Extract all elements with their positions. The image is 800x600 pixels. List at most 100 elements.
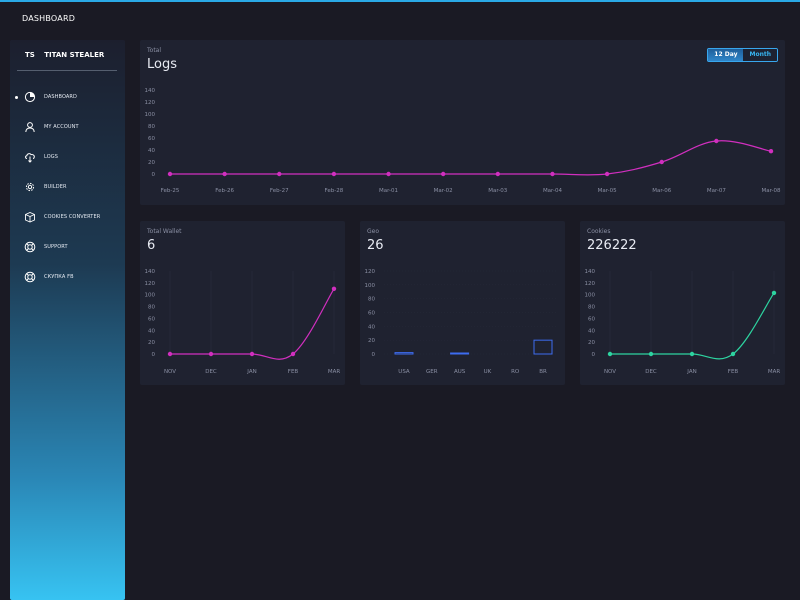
x-tick-label: NOV bbox=[164, 369, 176, 375]
x-tick-label: Feb-27 bbox=[270, 188, 289, 194]
y-tick-label: 80 bbox=[368, 297, 375, 303]
y-tick-label: 20 bbox=[588, 340, 595, 346]
y-tick-label: 60 bbox=[368, 311, 375, 317]
sidebar-item-my-account[interactable]: MY ACCOUNT bbox=[10, 112, 125, 142]
x-tick-label: Mar-07 bbox=[707, 188, 727, 194]
x-tick-label: BR bbox=[539, 369, 547, 375]
data-point bbox=[277, 171, 282, 177]
sidebar-item-label: COOKIES CONVERTER bbox=[44, 214, 101, 220]
x-tick-label: RO bbox=[511, 369, 520, 375]
sidebar-item-label: СКУПКА FB bbox=[44, 274, 74, 280]
x-tick-label: Mar-01 bbox=[379, 188, 398, 194]
x-tick-label: FEB bbox=[288, 369, 299, 375]
box-icon bbox=[24, 211, 36, 223]
data-point bbox=[768, 149, 774, 154]
y-tick-label: 100 bbox=[145, 112, 156, 118]
y-tick-label: 100 bbox=[585, 293, 596, 299]
logs-chart: 0 20 40 60 80 100 120 140 Feb-25 Feb-26 Feb-27 Feb-… bbox=[145, 88, 782, 194]
bar bbox=[533, 339, 553, 355]
y-tick-label: 80 bbox=[588, 305, 595, 311]
y-tick-label: 100 bbox=[145, 293, 156, 299]
y-tick-label: 20 bbox=[368, 338, 375, 344]
x-tick-label: NOV bbox=[604, 369, 616, 375]
y-tick-label: 60 bbox=[148, 136, 155, 142]
x-tick-label: FEB bbox=[728, 369, 739, 375]
data-point bbox=[689, 351, 695, 357]
data-point bbox=[222, 171, 227, 177]
data-point bbox=[331, 286, 337, 291]
data-point bbox=[648, 351, 654, 357]
y-tick-label: 120 bbox=[585, 281, 596, 287]
sidebar-item-builder[interactable]: BUILDER bbox=[10, 172, 125, 202]
brand-divider bbox=[17, 70, 117, 71]
x-tick-label: Mar-05 bbox=[598, 188, 618, 194]
y-tick-label: 80 bbox=[148, 124, 155, 130]
lifebuoy-icon bbox=[24, 241, 36, 253]
x-tick-label: MAR bbox=[328, 369, 341, 375]
x-tick-label: Mar-03 bbox=[488, 188, 508, 194]
data-point bbox=[659, 159, 664, 165]
active-indicator bbox=[15, 95, 18, 99]
sidebar-item-logs[interactable]: LOGS bbox=[10, 142, 125, 172]
top-bar: DASHBOARD bbox=[0, 2, 800, 34]
sidebar-item-skupka-fb[interactable]: СКУПКА FB bbox=[10, 262, 125, 292]
bar bbox=[450, 352, 470, 355]
data-point bbox=[495, 171, 501, 177]
y-tick-label: 80 bbox=[148, 305, 155, 311]
y-tick-label: 40 bbox=[148, 328, 155, 334]
x-tick-label: USA bbox=[398, 369, 410, 375]
data-point bbox=[249, 351, 255, 357]
bar bbox=[394, 352, 414, 355]
sidebar-item-label: SUPPORT bbox=[44, 244, 68, 250]
lifebuoy-icon bbox=[24, 271, 36, 283]
sidebar-item-cookies-converter[interactable]: COOKIES CONVERTER bbox=[10, 202, 125, 232]
y-tick-label: 40 bbox=[368, 324, 375, 330]
brand[interactable]: TS TITAN STEALER bbox=[25, 51, 104, 59]
sidebar: TS TITAN STEALER DASHBOARD MY ACCOUNT LO… bbox=[10, 40, 125, 600]
cookies-chart: 0 20 40 60 80 100 120 140 NOV DEC JAN FEB MAR bbox=[585, 269, 781, 375]
geo-chart: 0 20 40 60 80 100 120 USA GER AUS UK RO BR bbox=[365, 269, 556, 375]
x-tick-label: Mar-02 bbox=[434, 188, 453, 194]
cloud-download-icon bbox=[24, 151, 36, 163]
y-tick-label: 140 bbox=[145, 269, 156, 275]
y-tick-label: 120 bbox=[145, 100, 156, 106]
dashboard-icon bbox=[24, 91, 36, 103]
x-tick-label: JAN bbox=[686, 369, 696, 375]
page-title: DASHBOARD bbox=[22, 14, 76, 23]
y-tick-label: 140 bbox=[585, 269, 596, 275]
x-tick-label: Mar-08 bbox=[761, 188, 781, 194]
y-tick-label: 60 bbox=[148, 316, 155, 322]
y-tick-label: 20 bbox=[148, 160, 155, 166]
sidebar-nav: DASHBOARD MY ACCOUNT LOGS BUILDER COOKIE… bbox=[10, 82, 125, 292]
x-tick-label: DEC bbox=[645, 369, 657, 375]
brand-name: TITAN STEALER bbox=[44, 51, 105, 59]
sidebar-item-support[interactable]: SUPPORT bbox=[10, 232, 125, 262]
sidebar-item-label: LOGS bbox=[44, 154, 58, 160]
sidebar-item-label: BUILDER bbox=[44, 184, 67, 190]
data-point bbox=[386, 171, 391, 177]
data-point bbox=[290, 351, 296, 357]
x-tick-label: Feb-26 bbox=[215, 188, 234, 194]
data-point bbox=[208, 351, 214, 357]
data-point bbox=[550, 171, 555, 177]
data-point bbox=[331, 171, 337, 177]
logs-card: Total Logs 12 Day Month 0 20 40 60 80 100 120 1… bbox=[140, 40, 785, 205]
x-tick-label: DEC bbox=[205, 369, 217, 375]
cookies-card: Cookies 226222 0 20 40 60 80 100 120 140 NOV DEC J… bbox=[580, 221, 785, 385]
gear-icon bbox=[24, 181, 36, 193]
y-tick-label: 40 bbox=[588, 328, 595, 334]
y-tick-label: 60 bbox=[588, 316, 595, 322]
x-tick-label: AUS bbox=[454, 369, 466, 375]
y-tick-label: 100 bbox=[365, 283, 376, 289]
y-tick-label: 40 bbox=[148, 148, 155, 154]
geo-card: Geo 26 0 20 40 60 80 100 120 USA GER AUS UK RO BR bbox=[360, 221, 565, 385]
data-point bbox=[730, 351, 736, 357]
y-tick-label: 0 bbox=[152, 352, 156, 358]
data-point bbox=[167, 351, 173, 357]
user-icon bbox=[24, 121, 36, 133]
data-point bbox=[771, 290, 777, 296]
x-tick-label: Feb-28 bbox=[325, 188, 344, 194]
x-tick-label: UK bbox=[484, 369, 492, 375]
wallet-chart: 0 20 40 60 80 100 120 140 NOV DEC JAN FEB MAR bbox=[145, 269, 341, 375]
sidebar-item-dashboard[interactable]: DASHBOARD bbox=[10, 82, 125, 112]
